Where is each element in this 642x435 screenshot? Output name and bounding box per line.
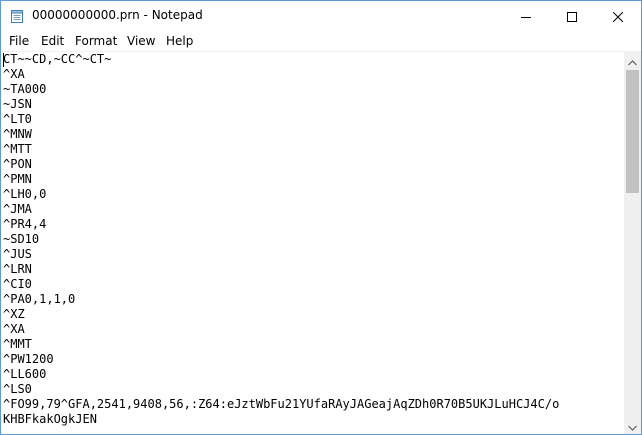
text-line: ^PMN <box>3 172 32 186</box>
text-line: ^LH0,0 <box>3 187 47 201</box>
text-line: ^MNW <box>3 127 32 141</box>
text-line: ^MMT <box>3 337 32 351</box>
text-line: ^PR4,4 <box>3 217 47 231</box>
text-line: ^LRN <box>3 262 32 276</box>
maximize-icon <box>567 7 577 26</box>
vertical-scrollbar[interactable] <box>624 52 641 434</box>
text-line: ^XZ <box>3 307 25 321</box>
menu-bar: File Edit Format View Help <box>1 32 641 51</box>
text-line: ^LS0 <box>3 382 32 396</box>
text-line: ^XA <box>3 67 25 81</box>
scroll-up-button[interactable] <box>624 52 641 69</box>
scroll-down-button[interactable] <box>624 417 641 434</box>
chevron-down-icon <box>628 416 637 435</box>
text-line: ^XA <box>3 322 25 336</box>
text-line: CT~~CD,~CC^~CT~ <box>3 52 112 66</box>
menu-file[interactable]: File <box>9 34 29 48</box>
close-icon <box>612 7 624 26</box>
text-line: ^CI0 <box>3 277 32 291</box>
minimize-button[interactable] <box>503 1 549 32</box>
window-title: 00000000000.prn - Notepad <box>32 8 203 22</box>
text-editor[interactable]: CT~~CD,~CC^~CT~ ^XA ~TA000 ~JSN ^LT0 ^MN… <box>1 52 624 434</box>
text-line: ^LL600 <box>3 367 47 381</box>
close-button[interactable] <box>595 1 641 32</box>
text-line: ^LT0 <box>3 112 32 126</box>
title-bar[interactable]: 00000000000.prn - Notepad <box>1 1 641 32</box>
text-line: KHBFkakOgkJEN <box>3 412 97 426</box>
text-line: ~SD10 <box>3 232 40 246</box>
menu-help[interactable]: Help <box>166 34 193 48</box>
text-line: ^FO99,79^GFA,2541,9408,56,:Z64:eJztWbFu2… <box>3 397 560 411</box>
text-line: ^PW1200 <box>3 352 54 366</box>
scroll-thumb[interactable] <box>626 70 639 193</box>
minimize-icon <box>521 7 531 26</box>
text-line: ~TA000 <box>3 82 47 96</box>
chevron-up-icon <box>628 51 637 70</box>
text-line: ^MTT <box>3 142 32 156</box>
text-line: ^JUS <box>3 247 32 261</box>
text-caret <box>3 53 4 67</box>
text-line: ^JMA <box>3 202 32 216</box>
notepad-window: 00000000000.prn - Notepad File Edit Form… <box>0 0 642 435</box>
maximize-button[interactable] <box>549 1 595 32</box>
menu-view[interactable]: View <box>127 34 155 48</box>
text-line: ^PA0,1,1,0 <box>3 292 76 306</box>
menu-edit[interactable]: Edit <box>41 34 64 48</box>
menu-format[interactable]: Format <box>75 34 117 48</box>
notepad-icon[interactable] <box>9 8 25 24</box>
text-line: ^PON <box>3 157 32 171</box>
text-line: ~JSN <box>3 97 32 111</box>
